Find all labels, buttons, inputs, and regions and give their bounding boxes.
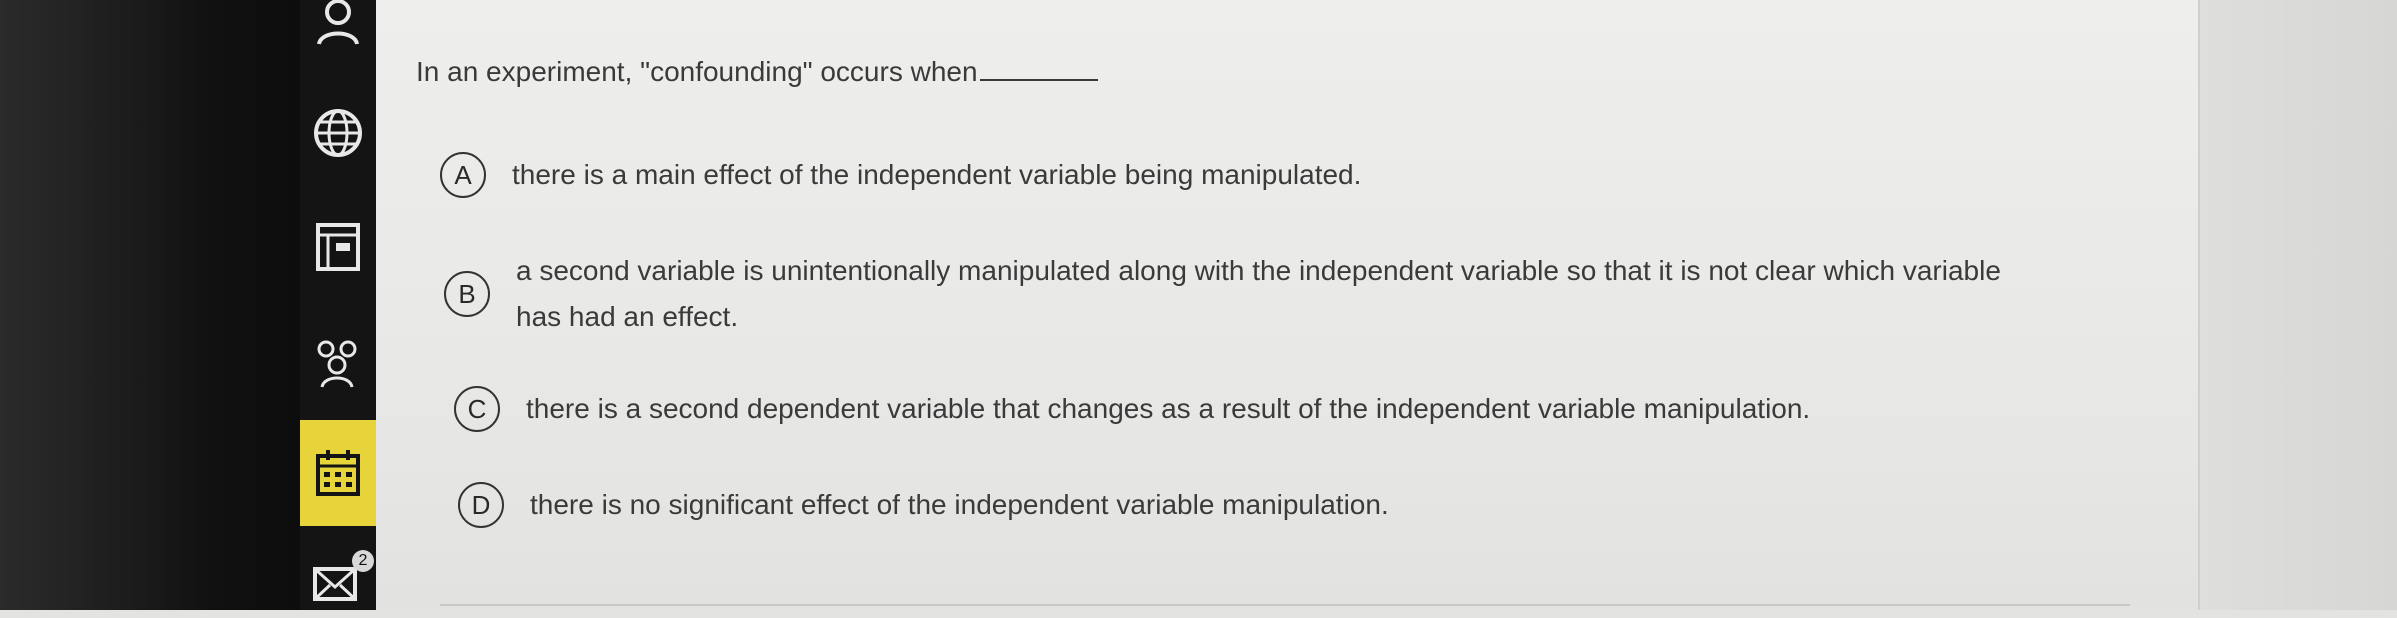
option-letter-b[interactable]: B [444, 271, 490, 317]
option-text-a: there is a main effect of the independen… [512, 159, 1362, 190]
answer-blank [979, 79, 1098, 81]
sidebar-item-web[interactable] [300, 98, 376, 168]
option-d[interactable]: D there is no significant effect of the … [458, 482, 1389, 528]
globe-icon [314, 109, 362, 157]
calendar-icon [316, 450, 360, 496]
sidebar-item-content[interactable] [300, 212, 376, 282]
option-text-d: there is no significant effect of the in… [530, 489, 1389, 520]
option-text-b: a second variable is unintentionally man… [516, 255, 2001, 332]
sidebar-item-profile[interactable] [300, 0, 376, 56]
option-letter-c[interactable]: C [454, 386, 500, 432]
document-icon [316, 223, 360, 271]
sidebar-item-mail[interactable]: 2 [300, 548, 376, 618]
device-bezel [0, 0, 300, 610]
mail-badge: 2 [352, 550, 374, 572]
sidebar-item-groups[interactable] [300, 328, 376, 398]
person-icon [317, 0, 359, 45]
sidebar-rail: 2 [300, 0, 376, 610]
divider [440, 604, 2130, 606]
group-icon [317, 340, 357, 388]
right-margin [2198, 0, 2397, 610]
option-text-c: there is a second dependent variable tha… [526, 393, 1811, 424]
sidebar-item-calendar[interactable] [300, 420, 376, 526]
option-a[interactable]: A there is a main effect of the independ… [440, 152, 1361, 198]
option-letter-d[interactable]: D [458, 482, 504, 528]
option-c[interactable]: C there is a second dependent variable t… [454, 386, 1810, 432]
option-b[interactable]: B a second variable is unintentionally m… [444, 248, 2036, 340]
question-text: In an experiment, "confounding" occurs w… [416, 56, 978, 87]
option-letter-a[interactable]: A [440, 152, 486, 198]
question-stem: In an experiment, "confounding" occurs w… [416, 56, 1098, 88]
